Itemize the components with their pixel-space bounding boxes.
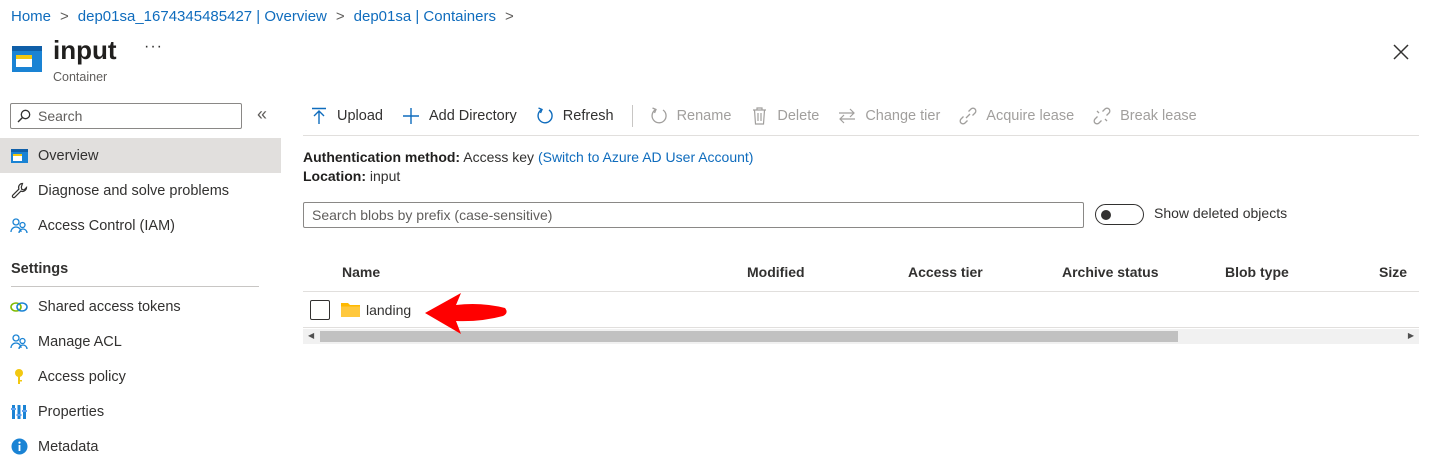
properties-icon <box>10 403 28 421</box>
break-lease-button[interactable]: Break lease <box>1092 106 1197 126</box>
upload-button[interactable]: Upload <box>303 106 383 126</box>
switch-auth-link[interactable]: (Switch to Azure AD User Account) <box>538 149 754 165</box>
refresh-button[interactable]: Refresh <box>535 106 614 126</box>
refresh-icon <box>535 106 555 126</box>
breadcrumb: Home > dep01sa_1674345485427 | Overview … <box>11 6 523 26</box>
container-icon <box>12 46 42 72</box>
divider <box>303 135 1419 136</box>
location-label: Location: <box>303 168 366 184</box>
command-bar: Upload Add Directory Refresh Rename Dele… <box>303 100 1215 132</box>
sidebar-item-manage-acl[interactable]: Manage ACL <box>0 324 281 359</box>
break-lease-label: Break lease <box>1120 108 1197 124</box>
sidebar-search-input[interactable] <box>36 107 226 125</box>
key-icon <box>10 368 28 386</box>
refresh-label: Refresh <box>562 108 614 124</box>
show-deleted-label: Show deleted objects <box>1154 205 1288 221</box>
rename-label: Rename <box>676 108 732 124</box>
add-directory-button[interactable]: Add Directory <box>401 106 517 126</box>
sidebar-item-access-policy[interactable]: Access policy <box>0 359 281 394</box>
upload-label: Upload <box>337 108 383 124</box>
sidebar-item-label: Properties <box>38 403 105 420</box>
divider <box>11 286 259 287</box>
auth-method-line: Authentication method: Access key (Switc… <box>303 149 753 165</box>
sidebar-item-label: Shared access tokens <box>38 298 181 315</box>
column-header-size[interactable]: Size <box>1379 264 1407 280</box>
annotation-arrow-icon <box>425 293 507 334</box>
location-line: Location: input <box>303 168 400 184</box>
sidebar-item-metadata[interactable]: Metadata <box>0 429 281 464</box>
more-options-button[interactable]: ··· <box>144 38 163 56</box>
column-header-modified[interactable]: Modified <box>747 264 805 280</box>
sidebar-item-diagnose[interactable]: Diagnose and solve problems <box>0 173 281 208</box>
delete-label: Delete <box>777 108 820 124</box>
acquire-lease-button[interactable]: Acquire lease <box>958 106 1074 126</box>
row-checkbox[interactable] <box>310 300 330 320</box>
close-icon[interactable] <box>1391 42 1411 62</box>
info-icon <box>10 438 28 456</box>
sidebar-item-label: Overview <box>38 147 99 164</box>
delete-button[interactable]: Delete <box>749 106 819 126</box>
toggle-knob <box>1101 210 1111 220</box>
sidebar-item-label: Metadata <box>38 438 99 455</box>
page-subtitle: Container <box>53 70 108 84</box>
column-header-blob-type[interactable]: Blob type <box>1225 264 1289 280</box>
column-header-access-tier[interactable]: Access tier <box>908 264 983 280</box>
column-header-archive-status[interactable]: Archive status <box>1062 264 1158 280</box>
sidebar-item-properties[interactable]: Properties <box>0 394 281 429</box>
broken-link-icon <box>1092 106 1112 126</box>
search-icon <box>17 109 31 123</box>
lease-icon <box>958 106 978 126</box>
add-directory-label: Add Directory <box>428 108 517 124</box>
chevron-right-icon: > <box>60 7 69 25</box>
table-row-name[interactable]: landing <box>366 302 411 318</box>
settings-section-label: Settings <box>11 261 69 277</box>
upload-icon <box>309 106 329 126</box>
chevron-right-icon: > <box>335 7 345 25</box>
sidebar-item-shared-access-tokens[interactable]: Shared access tokens <box>0 289 281 324</box>
blob-prefix-search-input[interactable] <box>303 202 1084 228</box>
change-tier-label: Change tier <box>865 108 941 124</box>
link-icon <box>10 298 28 316</box>
auth-method-value: Access key <box>463 149 535 165</box>
sidebar-item-label: Access policy <box>38 368 126 385</box>
people-icon <box>10 217 28 235</box>
plus-icon <box>401 106 421 126</box>
toolbar-divider <box>631 105 633 127</box>
sidebar-item-label: Manage ACL <box>38 333 122 350</box>
container-icon <box>10 147 28 165</box>
rename-icon <box>649 106 669 126</box>
sidebar-item-access-control[interactable]: Access Control (IAM) <box>0 208 281 243</box>
breadcrumb-storage-account-overview[interactable]: dep01sa_1674345485427 | Overview <box>78 8 327 25</box>
sidebar-search[interactable] <box>10 103 242 129</box>
trash-icon <box>749 106 769 126</box>
folder-icon <box>341 303 360 317</box>
sidebar-item-label: Diagnose and solve problems <box>38 182 230 199</box>
sidebar-item-label: Access Control (IAM) <box>38 217 175 234</box>
people-icon <box>10 333 28 351</box>
breadcrumb-home[interactable]: Home <box>11 8 51 25</box>
collapse-sidebar-button[interactable]: « <box>257 104 267 125</box>
column-header-name[interactable]: Name <box>342 264 380 280</box>
page-title: input <box>53 35 117 65</box>
acquire-lease-label: Acquire lease <box>986 108 1075 124</box>
scroll-left-icon[interactable]: ◀ <box>308 331 314 340</box>
breadcrumb-containers[interactable]: dep01sa | Containers <box>354 8 496 25</box>
location-value: input <box>369 168 401 184</box>
scroll-right-icon[interactable]: ▶ <box>1408 331 1414 340</box>
auth-method-label: Authentication method: <box>303 149 461 165</box>
rename-button[interactable]: Rename <box>645 106 732 126</box>
chevron-right-icon: > <box>504 7 514 25</box>
swap-icon <box>837 106 857 126</box>
sidebar-item-overview[interactable]: Overview <box>0 138 281 173</box>
wrench-icon <box>10 182 28 200</box>
change-tier-button[interactable]: Change tier <box>837 106 940 126</box>
show-deleted-toggle[interactable] <box>1095 204 1144 225</box>
